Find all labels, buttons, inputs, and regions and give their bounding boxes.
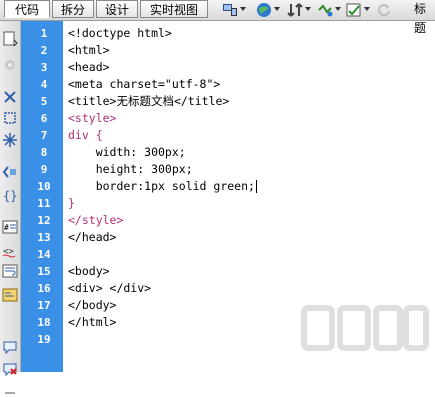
live-view-button[interactable]: 实时视图 — [140, 0, 208, 18]
code-line[interactable]: <head> — [68, 59, 110, 76]
chevron-down-icon[interactable] — [305, 7, 311, 11]
line-number: 12 — [37, 214, 51, 227]
coding-toolbar: {} # <> — [0, 21, 21, 394]
line-number: 8 — [40, 146, 48, 159]
line-number: 5 — [40, 95, 48, 108]
line-number: 16 — [37, 282, 51, 295]
code-line[interactable]: <meta charset="utf-8"> — [68, 76, 220, 93]
syntax-coloring-icon[interactable] — [2, 287, 18, 303]
code-line[interactable]: <body> — [68, 263, 110, 280]
line-number: 4 — [40, 78, 48, 91]
apply-comment-icon[interactable] — [2, 339, 18, 355]
wrap-tag-icon[interactable] — [2, 381, 18, 397]
line-number: 15 — [37, 265, 51, 278]
chevron-down-icon[interactable] — [335, 7, 341, 11]
code-line[interactable]: border:1px solid green; — [68, 178, 255, 195]
code-line[interactable]: <html> — [68, 42, 110, 59]
line-number: 2 — [40, 44, 48, 57]
code-line[interactable]: div { — [68, 127, 103, 144]
text-cursor — [256, 180, 257, 193]
line-number: 13 — [37, 231, 51, 244]
expand-all-icon[interactable] — [2, 132, 18, 148]
line-number: 9 — [40, 163, 48, 176]
line-number: 11 — [37, 197, 51, 210]
word-wrap-icon[interactable] — [2, 263, 18, 279]
line-number: 1 — [40, 27, 48, 40]
line-number: 7 — [40, 129, 48, 142]
multiscreen-icon[interactable] — [222, 2, 238, 18]
document-toolbar: 代码 拆分 设计 实时视图 标题 — [0, 0, 435, 35]
line-number: 10 — [37, 180, 51, 193]
visual-aids-icon[interactable] — [346, 2, 362, 18]
svg-text:#: # — [4, 223, 9, 232]
select-parent-icon[interactable] — [2, 164, 18, 180]
chevron-down-icon[interactable] — [240, 7, 246, 11]
line-number: 17 — [37, 299, 51, 312]
collapse-tag-icon[interactable] — [2, 89, 18, 105]
code-line[interactable]: <style> — [68, 110, 116, 127]
code-line[interactable]: } — [68, 195, 75, 212]
line-number: 18 — [37, 316, 51, 329]
chevron-down-icon[interactable] — [364, 7, 370, 11]
line-numbers-icon[interactable]: # — [2, 219, 18, 235]
code-line[interactable]: </style> — [68, 212, 123, 229]
code-line[interactable]: <title>无标题文档</title> — [68, 93, 229, 110]
open-documents-icon[interactable] — [2, 31, 18, 47]
code-view-button[interactable]: 代码 — [4, 0, 50, 18]
collapse-selection-icon[interactable] — [2, 110, 18, 126]
balance-braces-icon[interactable]: {} — [2, 187, 18, 203]
collapse-icon[interactable] — [2, 57, 18, 73]
code-line[interactable]: <div> </div> — [68, 280, 151, 297]
design-view-button[interactable]: 设计 — [96, 0, 138, 18]
code-line[interactable]: </head> — [68, 229, 116, 246]
split-view-button[interactable]: 拆分 — [52, 0, 94, 18]
refresh-icon[interactable] — [376, 2, 392, 18]
watermark-logo — [301, 305, 429, 351]
code-line[interactable]: </html> — [68, 314, 116, 331]
remove-comment-icon[interactable] — [2, 361, 18, 377]
code-line[interactable]: height: 300px; — [68, 161, 193, 178]
code-line[interactable]: <!doctype html> — [68, 25, 172, 42]
code-line[interactable]: </body> — [68, 297, 116, 314]
line-number-gutter: 1 2 3 4 5 6 7 8 9 10 11 12 13 14 15 16 17 18 19 — [21, 21, 63, 372]
line-number: 19 — [37, 333, 51, 346]
line-number: 3 — [40, 61, 48, 74]
line-number: 14 — [37, 248, 51, 261]
highlight-invalid-icon[interactable]: <> — [2, 243, 18, 259]
browser-preview-icon[interactable] — [256, 2, 272, 18]
code-line[interactable]: width: 300px; — [68, 144, 186, 161]
svg-text:{}: {} — [3, 189, 17, 203]
file-management-icon[interactable] — [287, 2, 303, 18]
line-number: 6 — [40, 112, 48, 125]
chevron-down-icon[interactable] — [274, 7, 280, 11]
debug-icon[interactable] — [317, 2, 333, 18]
